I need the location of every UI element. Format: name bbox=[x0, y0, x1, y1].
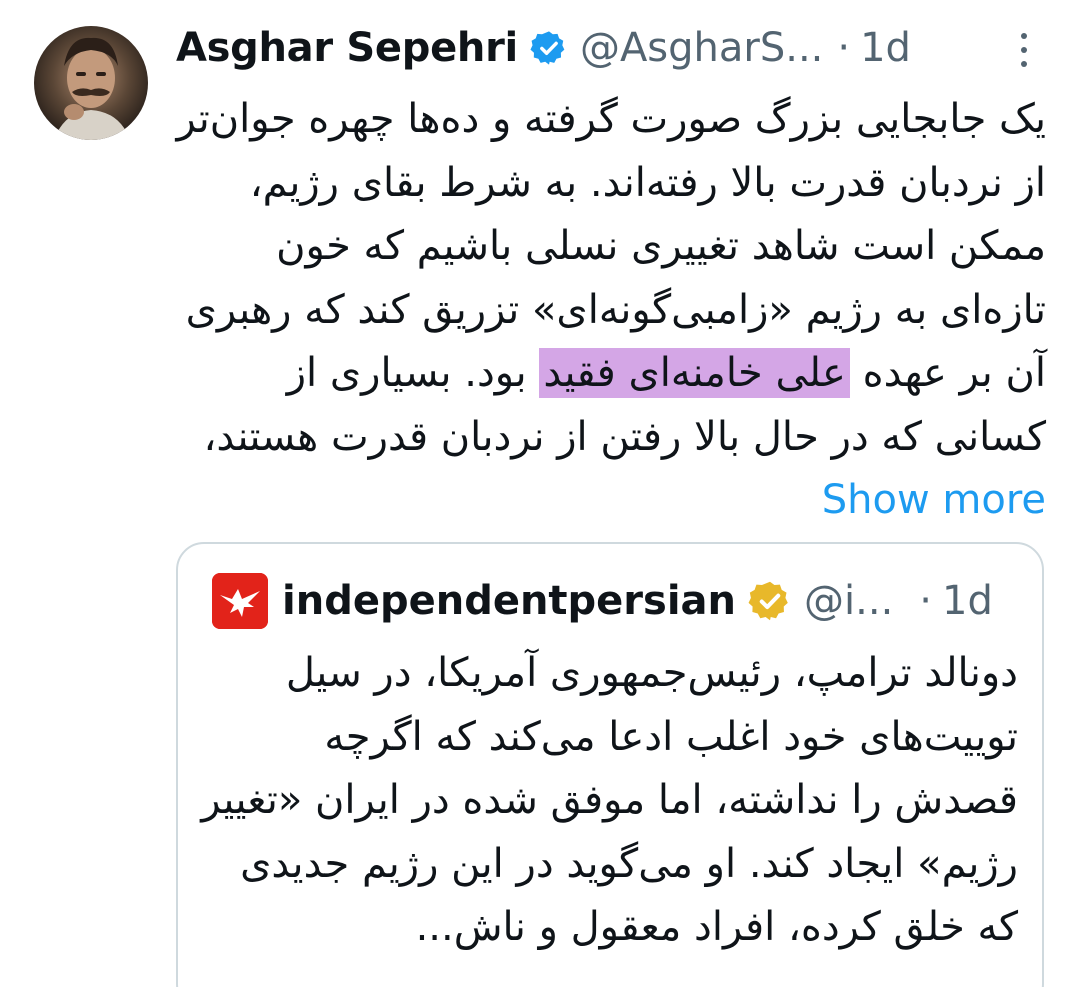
more-options-icon[interactable] bbox=[1012, 28, 1036, 72]
independent-eagle-logo-icon bbox=[212, 573, 268, 629]
gold-verified-badge-icon bbox=[748, 581, 788, 621]
quoted-timestamp[interactable]: 1d bbox=[942, 578, 993, 624]
quoted-author-name[interactable]: independentpersian bbox=[282, 578, 736, 624]
quoted-separator-dot: · bbox=[919, 578, 933, 624]
highlighted-text: علی خامنه‌ای فقید bbox=[539, 348, 850, 398]
author-handle[interactable]: @AsgharS... bbox=[580, 25, 823, 71]
quoted-tweet-text: دونالد ترامپ، رئیس‌جمهوری آمریکا، در سیل… bbox=[201, 650, 1018, 950]
verified-badge-icon bbox=[530, 31, 565, 65]
avatar[interactable] bbox=[34, 26, 148, 140]
tweet[interactable]: Asghar Sepehri @AsgharS... · 1d یک جابجا… bbox=[0, 0, 1080, 987]
quoted-author-handle[interactable]: @i... bbox=[804, 578, 893, 624]
tweet-header: Asghar Sepehri @AsgharS... · 1d bbox=[176, 18, 911, 78]
author-name[interactable]: Asghar Sepehri bbox=[176, 25, 518, 71]
avatar-portrait-icon bbox=[54, 37, 130, 140]
quoted-tweet-header: independentpersian @i... · 1d bbox=[212, 572, 993, 630]
timestamp[interactable]: 1d bbox=[860, 25, 911, 71]
quoted-tweet[interactable]: independentpersian @i... · 1d دونالد ترا… bbox=[176, 542, 1044, 987]
separator-dot: · bbox=[837, 25, 851, 71]
show-more-link[interactable]: Show more bbox=[822, 477, 1046, 523]
tweet-text: یک جابجایی بزرگ صورت گرفته و ده‌ها چهره … bbox=[176, 88, 1047, 533]
